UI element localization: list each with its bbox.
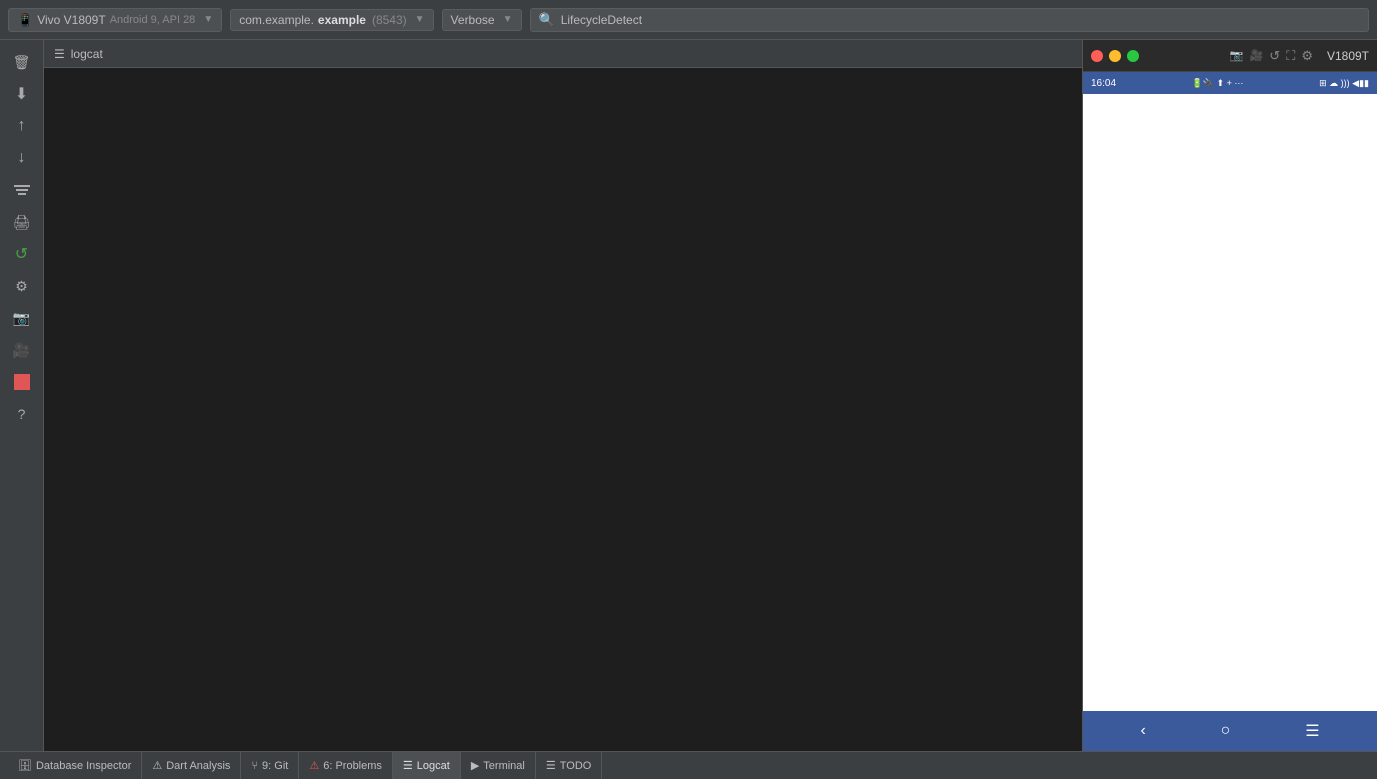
search-icon: 🔍 <box>539 12 555 28</box>
problems-tab[interactable]: ⚠ 6: Problems <box>299 752 393 779</box>
stop-icon <box>14 374 30 390</box>
logcat-bottom-icon: ☰ <box>403 759 413 772</box>
phone-content <box>1083 94 1377 711</box>
search-input[interactable] <box>561 13 1360 27</box>
problems-label: 6: Problems <box>323 760 382 772</box>
device-chevron-icon: ▼ <box>203 14 213 25</box>
help-button[interactable]: ? <box>8 400 36 428</box>
search-bar[interactable]: 🔍 <box>530 8 1370 32</box>
phone-settings-icon[interactable]: ⚙ <box>1301 48 1313 64</box>
top-toolbar: 📱 Vivo V1809T Android 9, API 28 ▼ com.ex… <box>0 0 1377 40</box>
clear-log-button[interactable]: 🗑 <box>8 48 36 76</box>
filter-icon <box>14 185 30 195</box>
database-icon: 🗄 <box>18 759 32 772</box>
print-button[interactable]: 🖨 <box>8 208 36 236</box>
maximize-button[interactable] <box>1127 50 1139 62</box>
terminal-label: Terminal <box>483 760 525 772</box>
rotate-icon[interactable]: ↺ <box>1269 48 1280 64</box>
log-area[interactable] <box>44 68 1082 751</box>
nav-home-icon[interactable]: ○ <box>1221 722 1231 740</box>
filter-button[interactable] <box>8 176 36 204</box>
logcat-menu-icon: ☰ <box>54 47 65 61</box>
phone-screen: 16:04 🔋🔌 ⬆ + ··· ⊞ ☁ ))) ◀▮▮ ‹ ○ ☰ <box>1083 72 1377 751</box>
status-time: 16:04 <box>1091 78 1116 89</box>
print-icon: 🖨 <box>13 214 31 231</box>
phone-header-icons: 📷 🎥 ↺ ⛶ ⚙ V1809T <box>1230 48 1369 64</box>
terminal-icon: ▶ <box>471 759 479 772</box>
import-icon: ⬇ <box>15 84 28 104</box>
minimize-button[interactable] <box>1109 50 1121 62</box>
arrow-up-icon: ↑ <box>18 117 26 135</box>
device-sub: Android 9, API 28 <box>110 14 196 26</box>
fullscreen-icon[interactable]: ⛶ <box>1286 48 1295 64</box>
phone-preview: 📷 🎥 ↺ ⛶ ⚙ V1809T 16:04 🔋🔌 ⬆ + ··· ⊞ ☁ ))… <box>1082 40 1377 751</box>
phone-window-header: 📷 🎥 ↺ ⛶ ⚙ V1809T <box>1083 40 1377 72</box>
refresh-button[interactable]: ↺ <box>8 240 36 268</box>
scroll-up-button[interactable]: ↑ <box>8 112 36 140</box>
device-label: Vivo V1809T <box>37 13 106 27</box>
arrow-down-icon: ↓ <box>18 149 26 167</box>
status-icons-right: ⊞ ☁ ))) ◀▮▮ <box>1319 78 1369 89</box>
help-icon: ? <box>18 406 26 422</box>
camera-toolbar-icon[interactable]: 📷 <box>1230 49 1244 62</box>
scroll-down-button[interactable]: ↓ <box>8 144 36 172</box>
dart-analysis-label: Dart Analysis <box>166 760 230 772</box>
phone-nav-bar: ‹ ○ ☰ <box>1083 711 1377 751</box>
database-inspector-label: Database Inspector <box>36 760 131 772</box>
gear-icon: ⚙ <box>15 278 28 295</box>
logcat-title: logcat <box>71 47 103 61</box>
logcat-bottom-label: Logcat <box>417 760 450 772</box>
log-level-label: Verbose <box>451 13 495 27</box>
video-button[interactable]: 🎥 <box>8 336 36 364</box>
app-chevron-icon: ▼ <box>415 14 425 25</box>
import-button[interactable]: ⬇ <box>8 80 36 108</box>
device-selector[interactable]: 📱 Vivo V1809T Android 9, API 28 ▼ <box>8 8 222 32</box>
phone-status-bar: 16:04 🔋🔌 ⬆ + ··· ⊞ ☁ ))) ◀▮▮ <box>1083 72 1377 94</box>
terminal-tab[interactable]: ▶ Terminal <box>461 752 536 779</box>
device-icon: 📱 <box>17 12 33 28</box>
git-icon: ⑂ <box>251 760 258 772</box>
logcat-header: ☰ logcat <box>44 40 1082 68</box>
todo-icon: ☰ <box>546 759 556 772</box>
app-pid: (8543) <box>372 13 407 27</box>
refresh-icon: ↺ <box>15 244 28 264</box>
nav-recents-icon[interactable]: ☰ <box>1305 721 1319 741</box>
video-icon: 🎥 <box>13 342 30 359</box>
app-selector[interactable]: com.example. example (8543) ▼ <box>230 9 433 31</box>
close-button[interactable] <box>1091 50 1103 62</box>
app-package: com.example. <box>239 13 314 27</box>
sidebar: 🗑 ⬇ ↑ ↓ 🖨 ↺ ⚙ 📷 🎥 <box>0 40 44 751</box>
log-content: ☰ logcat <box>44 40 1082 751</box>
dart-icon: ⚠ <box>152 759 162 772</box>
git-label: 9: Git <box>262 760 288 772</box>
app-name-bold: example <box>318 13 366 27</box>
delete-icon: 🗑 <box>13 54 31 71</box>
todo-label: TODO <box>560 760 592 772</box>
todo-tab[interactable]: ☰ TODO <box>536 752 602 779</box>
status-icons-left: 🔋🔌 ⬆ + ··· <box>1192 78 1244 89</box>
dart-analysis-tab[interactable]: ⚠ Dart Analysis <box>142 752 241 779</box>
logcat-tab[interactable]: ☰ Logcat <box>393 752 461 779</box>
bottom-bar: 🗄 Database Inspector ⚠ Dart Analysis ⑂ 9… <box>0 751 1377 779</box>
settings-button[interactable]: ⚙ <box>8 272 36 300</box>
log-level-selector[interactable]: Verbose ▼ <box>442 9 522 31</box>
video-toolbar-icon[interactable]: 🎥 <box>1250 49 1264 62</box>
log-level-chevron-icon: ▼ <box>503 14 513 25</box>
camera-button[interactable]: 📷 <box>8 304 36 332</box>
main-area: 🗑 ⬇ ↑ ↓ 🖨 ↺ ⚙ 📷 🎥 <box>0 40 1377 751</box>
stop-button[interactable] <box>8 368 36 396</box>
database-inspector-tab[interactable]: 🗄 Database Inspector <box>8 752 142 779</box>
nav-back-icon[interactable]: ‹ <box>1140 722 1145 740</box>
phone-title: V1809T <box>1327 49 1369 63</box>
git-tab[interactable]: ⑂ 9: Git <box>241 752 299 779</box>
problems-icon: ⚠ <box>309 759 319 772</box>
camera-icon: 📷 <box>13 310 30 327</box>
